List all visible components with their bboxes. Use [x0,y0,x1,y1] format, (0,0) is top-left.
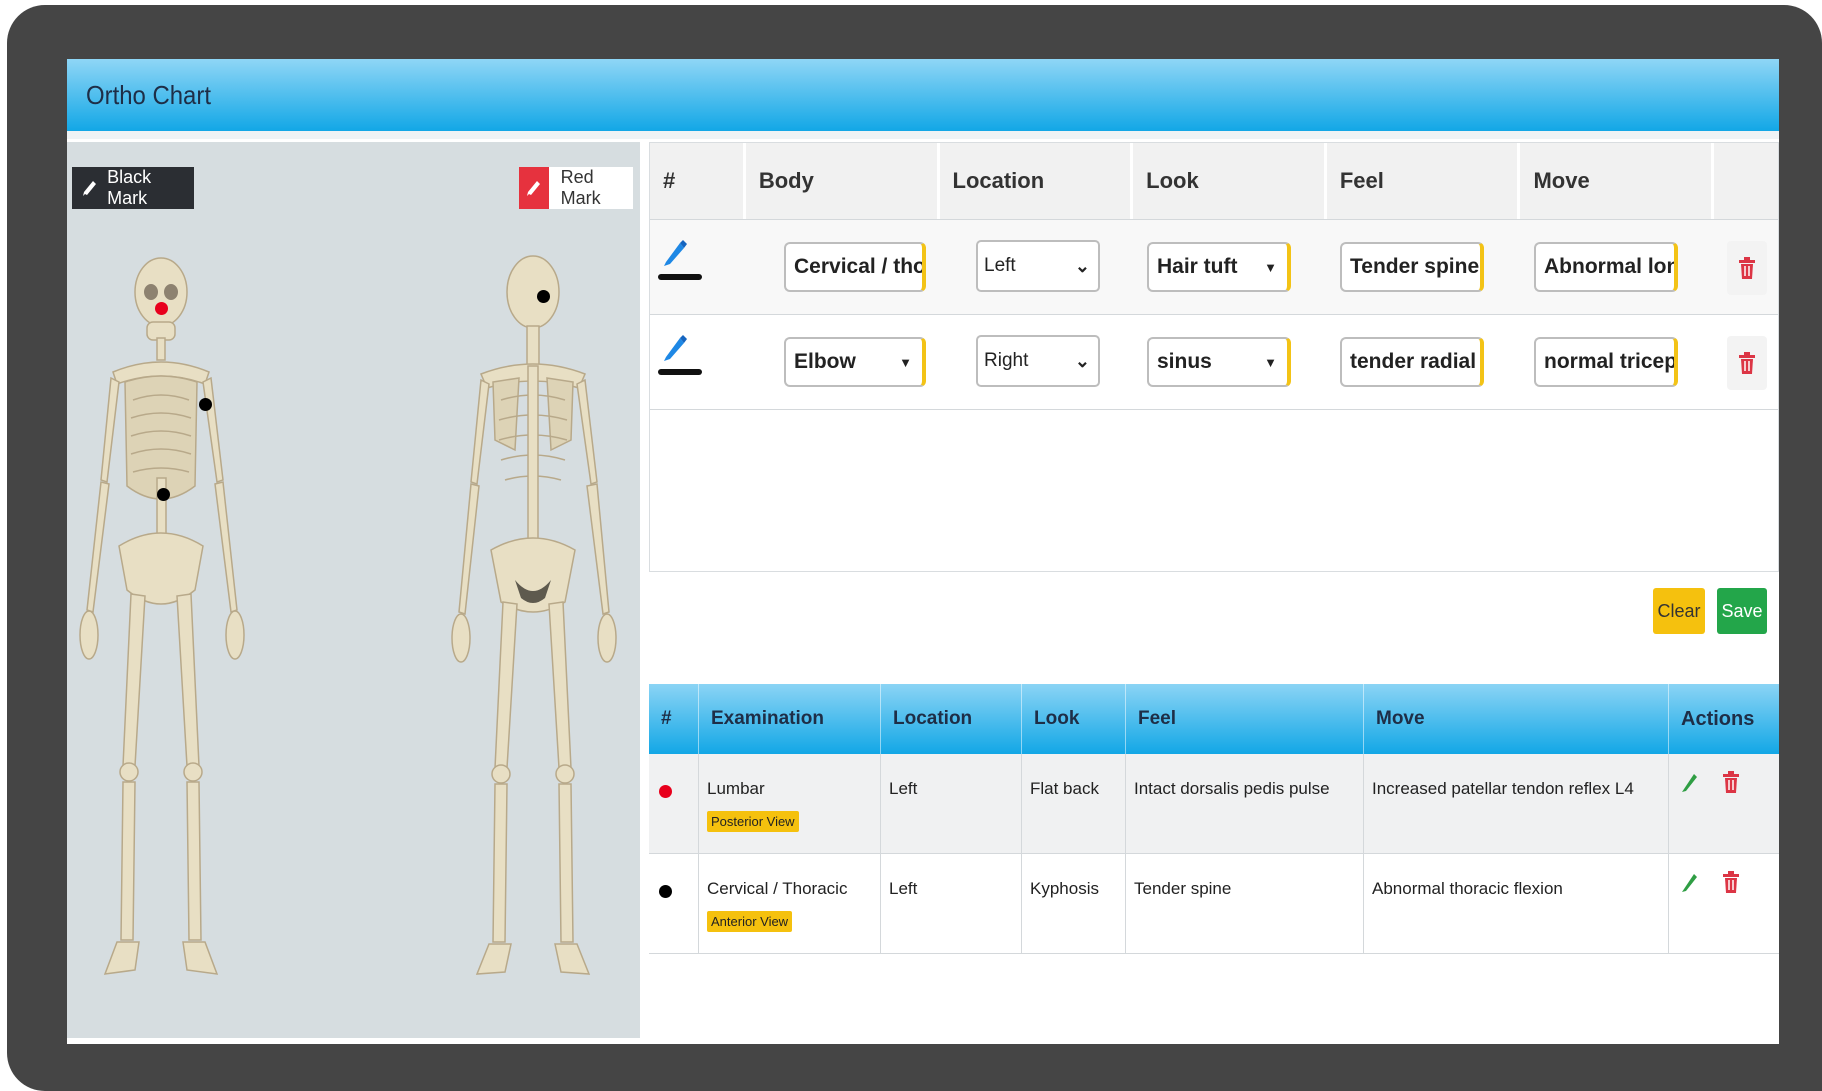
record-marker-cell [649,854,699,953]
red-mark-button[interactable]: Red Mark [519,167,633,209]
marker-pen-icon[interactable] [662,333,688,368]
table-row: Cervical / Thoracic Anterior View Left Ky… [649,854,1779,954]
black-mark-indicator [658,369,702,375]
records-col-location: Location [881,684,1022,754]
move-field[interactable]: Abnormal long [1534,242,1678,292]
ortho-chart-app: Ortho Chart Black Mark Red Mark # Body L… [67,59,1779,1044]
entry-col-location: Location [939,143,1134,219]
red-mark-dot[interactable] [155,302,168,315]
trash-icon [1739,352,1755,374]
record-move: Abnormal thoracic flexion [1364,854,1669,953]
records-col-examination: Examination [699,684,881,754]
location-value: Right [984,350,1029,371]
chevron-down-icon: ⌄ [1074,350,1090,371]
exam-entry-table: # Body Location Look Feel Move Cervical … [649,142,1779,572]
page-title: Ortho Chart [86,79,211,110]
location-select[interactable]: Right ⌄ [976,335,1100,387]
black-mark-dot[interactable] [157,488,170,501]
record-feel: Tender spine [1126,854,1364,953]
marker-pen-icon[interactable] [662,238,688,273]
posterior-skeleton[interactable] [449,250,619,975]
look-select[interactable]: Hair tuft ▼ [1147,242,1291,292]
edit-pencil-icon[interactable] [1681,871,1699,893]
caret-down-icon: ▼ [899,354,912,370]
record-move: Increased patellar tendon reflex L4 [1364,754,1669,853]
trash-icon [1739,257,1755,279]
delete-row-button[interactable] [1727,241,1767,295]
entry-table-header: # Body Location Look Feel Move [650,143,1779,220]
record-marker-cell [649,754,699,853]
entry-col-body: Body [745,143,940,219]
records-col-feel: Feel [1126,684,1364,754]
black-mark-button[interactable]: Black Mark [72,167,194,209]
feel-field[interactable]: Tender spine [1340,242,1484,292]
pencil-icon [519,167,549,209]
body-value: Elbow [794,350,856,373]
record-actions [1669,754,1779,853]
entry-row: Cervical / thor Left ⌄ Hair tuft ▼ Tender … [650,220,1778,315]
record-examination-cell: Lumbar Posterior View [699,754,881,853]
red-mark-label: Red Mark [560,167,601,208]
entry-col-look: Look [1133,143,1327,219]
record-location: Left [881,754,1022,853]
caret-down-icon: ▼ [1264,259,1277,275]
entry-col-actions [1714,143,1779,219]
records-col-move: Move [1364,684,1669,754]
entry-col-feel: Feel [1326,143,1521,219]
look-value: sinus [1157,350,1212,373]
records-col-hash: # [649,684,699,754]
record-look: Kyphosis [1022,854,1126,953]
body-field[interactable]: Cervical / thor [784,242,926,292]
black-mark-indicator [658,274,702,280]
chevron-down-icon: ⌄ [1074,255,1090,276]
header-divider [67,131,1779,139]
location-select[interactable]: Left ⌄ [976,240,1100,292]
entry-col-hash: # [650,143,746,219]
exam-records-table: # Examination Location Look Feel Move Ac… [649,684,1779,954]
body-select[interactable]: Elbow ▼ [784,337,926,387]
table-row: Lumbar Posterior View Left Flat back Inta… [649,754,1779,854]
location-value: Left [984,255,1016,276]
black-dot-icon [659,885,672,898]
exam-panel: # Body Location Look Feel Move Cervical … [649,142,1779,1038]
red-dot-icon [659,785,672,798]
record-examination-cell: Cervical / Thoracic Anterior View [699,854,881,953]
black-mark-dot[interactable] [199,398,212,411]
record-location: Left [881,854,1022,953]
save-button[interactable]: Save [1717,588,1767,634]
app-header: Ortho Chart [67,59,1779,131]
entry-row: Elbow ▼ Right ⌄ sinus ▼ tender radial h nor… [650,315,1778,410]
record-feel: Intact dorsalis pedis pulse [1126,754,1364,853]
edit-pencil-icon[interactable] [1681,771,1699,793]
records-header: # Examination Location Look Feel Move Ac… [649,684,1779,754]
record-actions [1669,854,1779,953]
pencil-icon [72,167,107,209]
anterior-skeleton[interactable] [77,250,247,975]
black-mark-dot[interactable] [537,290,550,303]
move-field[interactable]: normal triceps [1534,337,1678,387]
caret-down-icon: ▼ [1264,354,1277,370]
skeleton-panel[interactable]: Black Mark Red Mark [67,142,640,1038]
look-value: Hair tuft [1157,255,1238,278]
view-badge: Posterior View [707,811,799,832]
black-mark-label: Black Mark [107,167,152,208]
delete-row-button[interactable] [1727,336,1767,390]
trash-icon[interactable] [1723,871,1739,893]
record-examination: Cervical / Thoracic [707,879,848,898]
record-examination: Lumbar [707,779,765,798]
clear-button[interactable]: Clear [1653,588,1705,634]
feel-field[interactable]: tender radial h [1340,337,1484,387]
records-col-look: Look [1022,684,1126,754]
records-col-actions: Actions [1681,707,1755,730]
entry-col-move: Move [1520,143,1715,219]
look-select[interactable]: sinus ▼ [1147,337,1291,387]
view-badge: Anterior View [707,911,793,932]
record-look: Flat back [1022,754,1126,853]
trash-icon[interactable] [1723,771,1739,793]
